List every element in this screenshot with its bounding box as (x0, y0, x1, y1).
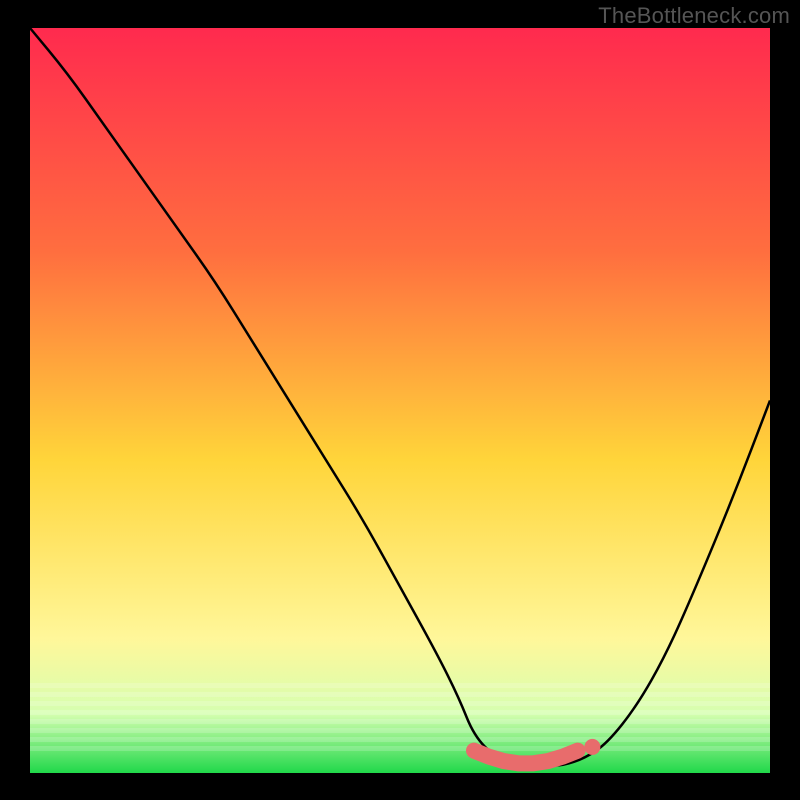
optimal-end-dot (584, 739, 600, 755)
band-line (30, 728, 770, 733)
band-line (30, 710, 770, 715)
chart-svg (0, 0, 800, 800)
band-line (30, 737, 770, 742)
band-line (30, 692, 770, 697)
band-line (30, 746, 770, 751)
band-line (30, 701, 770, 706)
band-line (30, 719, 770, 724)
watermark-text: TheBottleneck.com (598, 3, 790, 29)
bottleneck-chart: TheBottleneck.com (0, 0, 800, 800)
gradient-background (30, 28, 770, 773)
band-line (30, 683, 770, 688)
